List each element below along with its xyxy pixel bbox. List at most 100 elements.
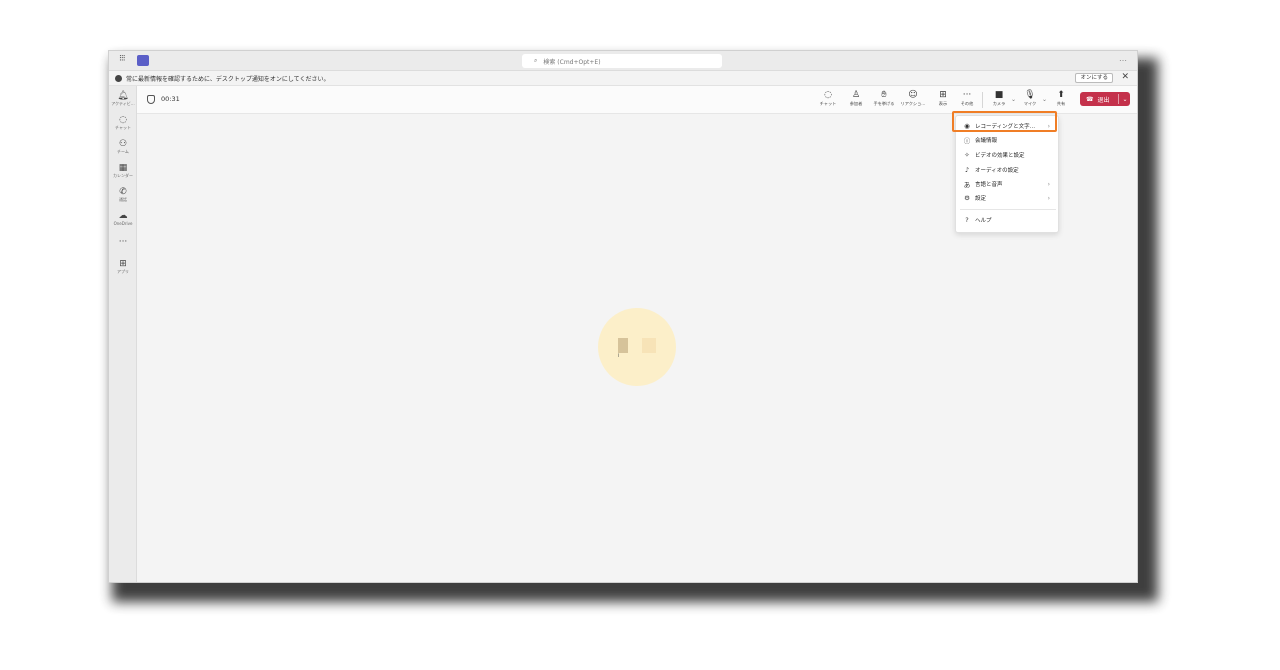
rail-item-calls[interactable]: ✆ 通話 <box>109 182 137 206</box>
menu-item-language[interactable]: あ 言語と音声 › <box>956 177 1058 191</box>
rail-item-chat[interactable]: ◌ チャット <box>109 110 137 134</box>
avatar-mark: ⅰ <box>618 353 620 359</box>
menu-item-label: ヘルプ <box>975 218 992 224</box>
rail-item-label: 通話 <box>119 196 127 202</box>
search-placeholder: 検索 (Cmd+Opt+E) <box>543 58 601 66</box>
menu-item-label: 設定 <box>975 196 987 202</box>
help-icon: ? <box>965 216 969 224</box>
menu-item-video-effects[interactable]: ✧ ビデオの効果と設定 <box>956 148 1058 162</box>
menu-item-help[interactable]: ? ヘルプ <box>956 213 1058 227</box>
raise-hand-button[interactable]: ✋︎ 手を挙げる <box>873 90 895 107</box>
more-button[interactable]: ··· その他 <box>956 90 978 107</box>
leave-button[interactable]: ☎ 退出 ⌄ <box>1080 92 1130 106</box>
more-icon: ··· <box>962 90 972 100</box>
leave-label: 退出 <box>1097 96 1110 104</box>
share-icon: ⬆ <box>1057 90 1065 100</box>
leave-divider <box>1117 94 1119 104</box>
menu-item-label: レコーディングと文字… <box>975 124 1036 130</box>
menu-item-settings[interactable]: ⚙ 設定 › <box>956 191 1058 205</box>
hand-icon: ✋︎ <box>881 90 887 100</box>
view-button[interactable]: ⊞ 表示 <box>932 90 954 107</box>
record-icon: ◉ <box>964 122 970 130</box>
language-icon: あ <box>963 181 971 189</box>
microphone-icon: 🎙︎ <box>1024 90 1036 100</box>
gear-icon: ⚙ <box>964 194 970 202</box>
rail-item-apps[interactable]: ⊞ アプリ <box>109 254 137 278</box>
info-icon: ⓘ <box>963 137 971 145</box>
calendar-icon: ▦ <box>118 162 128 173</box>
call-toolbar: 00:31 ◌ チャット ♙ 参加者 ✋︎ 手を挙げる ☺ リアクショ… ⊞ 表… <box>137 86 1137 114</box>
teams-icon: ⚇ <box>118 138 128 149</box>
chevron-down-icon[interactable]: ⌄ <box>1011 96 1016 103</box>
rail-item-label: チーム <box>117 148 129 154</box>
chevron-down-icon[interactable]: ⌄ <box>1123 96 1128 103</box>
add-app-icon: ⊞ <box>119 258 127 269</box>
effects-icon: ✧ <box>964 151 970 159</box>
menu-item-label: 会議情報 <box>975 138 998 144</box>
menu-divider <box>960 209 1056 210</box>
hang-up-icon: ☎ <box>1086 95 1094 103</box>
chevron-right-icon: › <box>1047 194 1050 202</box>
phone-icon: ✆ <box>119 186 127 197</box>
smiley-icon: ☺ <box>908 90 918 100</box>
search-icon: ⌕ <box>534 57 538 64</box>
info-icon <box>115 74 122 82</box>
camera-label: カメラ <box>992 101 1006 106</box>
notification-banner: 常に最新情報を確認するために、デスクトップ通知をオンにしてください。 オンにする… <box>109 71 1137 86</box>
share-label: 共有 <box>1056 101 1066 106</box>
turn-on-button[interactable]: オンにする <box>1075 73 1113 83</box>
chevron-down-icon[interactable]: ⌄ <box>1042 96 1047 103</box>
view-label: 表示 <box>938 101 948 106</box>
rail-item-label: チャット <box>115 124 131 130</box>
rail-item-calendar[interactable]: ▦ カレンダー <box>109 158 137 182</box>
chevron-right-icon: › <box>1047 180 1050 188</box>
menu-item-meeting-info[interactable]: ⓘ 会議情報 <box>956 133 1058 147</box>
chat-icon: ◌ <box>119 114 127 125</box>
avatar-shape <box>642 338 656 353</box>
chevron-right-icon: › <box>1047 122 1050 130</box>
more-options-icon[interactable]: … <box>1119 54 1127 63</box>
bell-icon: 🔔︎ <box>117 90 129 101</box>
rail-item-activity[interactable]: 🔔︎ アクティビ… <box>109 86 137 110</box>
close-icon[interactable]: ✕ <box>1121 72 1129 82</box>
grid-icon: ⊞ <box>939 90 947 100</box>
rail-item-label: OneDrive <box>113 220 133 226</box>
rail-item-label: アプリ <box>117 268 129 274</box>
reactions-label: リアクショ… <box>900 101 926 106</box>
mic-button[interactable]: 🎙︎ マイク <box>1019 90 1041 107</box>
reactions-button[interactable]: ☺ リアクショ… <box>900 90 926 107</box>
menu-item-recording[interactable]: ◉ レコーディングと文字… › <box>956 119 1058 133</box>
raise-hand-label: 手を挙げる <box>873 101 895 106</box>
rail-item-teams[interactable]: ⚇ チーム <box>109 134 137 158</box>
menu-item-label: ビデオの効果と設定 <box>975 153 1025 159</box>
toolbar-divider <box>982 92 983 108</box>
people-icon: ♙ <box>851 90 861 100</box>
rail-item-onedrive[interactable]: ☁ OneDrive <box>109 206 137 230</box>
people-button[interactable]: ♙ 参加者 <box>845 90 867 107</box>
teams-logo-icon <box>137 55 149 66</box>
audio-settings-icon: ♪ <box>964 166 970 174</box>
more-icon: ··· <box>118 237 128 247</box>
menu-item-label: 言語と音声 <box>975 182 1003 188</box>
cloud-icon: ☁ <box>118 210 128 221</box>
chat-button[interactable]: ◌ チャット <box>817 90 839 107</box>
rail-item-label: アクティビ… <box>111 100 135 106</box>
more-label: その他 <box>960 101 974 106</box>
mic-label: マイク <box>1023 101 1037 106</box>
camera-off-icon: ■ <box>994 90 1004 100</box>
more-options-menu: ◉ レコーディングと文字… › ⓘ 会議情報 ✧ ビデオの効果と設定 ♪ オーデ… <box>955 115 1059 233</box>
app-launcher-icon[interactable]: ⁝⁝⁝ <box>119 54 126 64</box>
notification-text: 常に最新情報を確認するために、デスクトップ通知をオンにしてください。 <box>126 75 330 83</box>
menu-item-label: オーディオの設定 <box>975 168 1019 174</box>
menu-item-audio-settings[interactable]: ♪ オーディオの設定 <box>956 163 1058 177</box>
participant-avatar: ⅰ <box>598 308 676 386</box>
share-button[interactable]: ⬆ 共有 <box>1050 90 1072 107</box>
chat-icon: ◌ <box>824 90 832 100</box>
people-label: 参加者 <box>849 101 863 106</box>
app-rail: 🔔︎ アクティビ… ◌ チャット ⚇ チーム ▦ カレンダー ✆ 通話 ☁ On… <box>109 86 137 582</box>
rail-item-more[interactable]: ··· <box>109 230 137 254</box>
search-input[interactable]: ⌕ 検索 (Cmd+Opt+E) <box>522 54 722 68</box>
rail-item-label: カレンダー <box>113 172 133 178</box>
camera-button[interactable]: ■ カメラ <box>988 90 1010 107</box>
shield-icon <box>147 95 155 104</box>
